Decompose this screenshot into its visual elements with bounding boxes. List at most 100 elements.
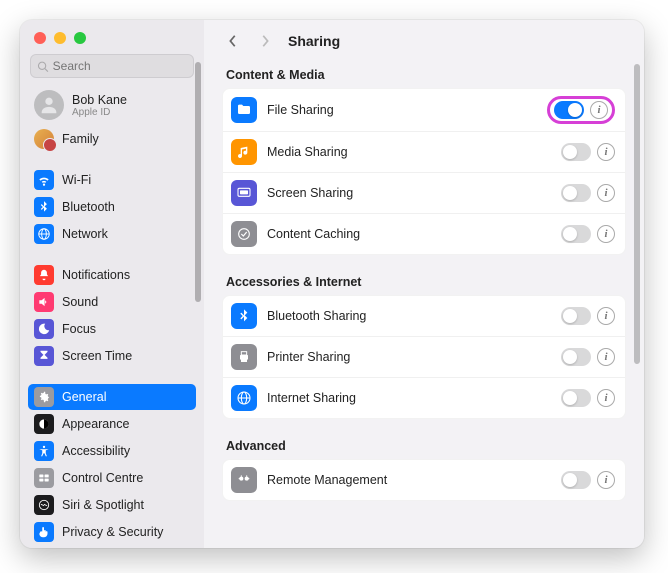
info-button[interactable]: i — [597, 389, 615, 407]
sidebar-item-control-centre[interactable]: Control Centre — [28, 465, 196, 491]
nav-back-button[interactable] — [224, 32, 242, 50]
sidebar-account[interactable]: Bob Kane Apple ID — [28, 86, 196, 124]
sidebar-item-appearance[interactable]: Appearance — [28, 411, 196, 437]
sidebar-item-label: Privacy & Security — [62, 525, 163, 539]
control-icon — [34, 468, 54, 488]
sidebar-item-siri-spotlight[interactable]: Siri & Spotlight — [28, 492, 196, 518]
hand-icon — [34, 522, 54, 542]
sidebar-item-label: Appearance — [62, 417, 129, 431]
info-button[interactable]: i — [597, 348, 615, 366]
account-sub: Apple ID — [72, 107, 127, 118]
main-scrollbar[interactable] — [634, 64, 640, 364]
siri-icon — [34, 495, 54, 515]
sidebar-item-accessibility[interactable]: Accessibility — [28, 438, 196, 464]
sidebar-item-screen-time[interactable]: Screen Time — [28, 343, 196, 369]
section-title: Accessories & Internet — [222, 269, 626, 295]
settings-panel: Remote Managementi — [222, 459, 626, 501]
info-button[interactable]: i — [597, 471, 615, 489]
hourglass-icon — [34, 346, 54, 366]
toggle-screen-sharing[interactable] — [561, 184, 591, 202]
globe-icon — [231, 385, 257, 411]
sidebar-item-label: Network — [62, 227, 108, 241]
setting-label: Media Sharing — [267, 145, 551, 159]
appearance-icon — [34, 414, 54, 434]
wifi-icon — [34, 170, 54, 190]
sidebar: Bob Kane Apple ID Family Wi-Fi Bluetooth N… — [20, 20, 204, 548]
sidebar-item-sound[interactable]: Sound — [28, 289, 196, 315]
sidebar-item-focus[interactable]: Focus — [28, 316, 196, 342]
music-icon — [231, 139, 257, 165]
info-button[interactable]: i — [597, 307, 615, 325]
nav-forward-button[interactable] — [256, 32, 274, 50]
info-button[interactable]: i — [597, 184, 615, 202]
sidebar-item-label: Accessibility — [62, 444, 130, 458]
printer-icon — [231, 344, 257, 370]
settings-window: Bob Kane Apple ID Family Wi-Fi Bluetooth N… — [20, 20, 644, 548]
toggle-printer-sharing[interactable] — [561, 348, 591, 366]
setting-row-file-sharing: File Sharing i — [223, 89, 625, 132]
setting-row-bluetooth-sharing: Bluetooth Sharing i — [223, 296, 625, 337]
sidebar-item-label: Siri & Spotlight — [62, 498, 144, 512]
setting-row-screen-sharing: Screen Sharing i — [223, 173, 625, 214]
info-button[interactable]: i — [597, 143, 615, 161]
search-icon — [37, 60, 49, 73]
sidebar-scroll: Bob Kane Apple ID Family Wi-Fi Bluetooth N… — [20, 86, 204, 548]
bluetooth-icon — [34, 197, 54, 217]
sidebar-item-privacy-security[interactable]: Privacy & Security — [28, 519, 196, 545]
setting-label: File Sharing — [267, 103, 537, 117]
avatar-icon — [34, 90, 64, 120]
toggle-bluetooth-sharing[interactable] — [561, 307, 591, 325]
section-title: Content & Media — [222, 62, 626, 88]
sidebar-item-label: Wi-Fi — [62, 173, 91, 187]
sidebar-item-bluetooth[interactable]: Bluetooth — [28, 194, 196, 220]
main-pane: Sharing Content & MediaFile SharingiMedi… — [204, 20, 644, 548]
minimize-window-button[interactable] — [54, 32, 66, 44]
sidebar-item-wi-fi[interactable]: Wi-Fi — [28, 167, 196, 193]
search-field[interactable] — [30, 54, 194, 78]
highlight-ring: i — [547, 96, 615, 124]
search-input[interactable] — [53, 59, 187, 73]
setting-row-printer-sharing: Printer Sharingi — [223, 337, 625, 378]
setting-label: Bluetooth Sharing — [267, 309, 551, 323]
remote-icon — [231, 467, 257, 493]
fullscreen-window-button[interactable] — [74, 32, 86, 44]
toggle-internet-sharing[interactable] — [561, 389, 591, 407]
folder-icon — [231, 97, 257, 123]
setting-label: Content Caching — [267, 227, 551, 241]
setting-row-media-sharing: Media Sharing i — [223, 132, 625, 173]
account-name: Bob Kane — [72, 93, 127, 107]
globe-icon — [34, 224, 54, 244]
header: Sharing — [204, 20, 644, 58]
sidebar-item-network[interactable]: Network — [28, 221, 196, 247]
sidebar-item-label: Control Centre — [62, 471, 143, 485]
close-window-button[interactable] — [34, 32, 46, 44]
sound-icon — [34, 292, 54, 312]
sidebar-item-label: Sound — [62, 295, 98, 309]
sidebar-item-notifications[interactable]: Notifications — [28, 262, 196, 288]
moon-icon — [34, 319, 54, 339]
toggle-media-sharing[interactable] — [561, 143, 591, 161]
info-button[interactable]: i — [590, 101, 608, 119]
access-icon — [34, 441, 54, 461]
sidebar-item-label: Notifications — [62, 268, 130, 282]
bluetooth-icon — [231, 303, 257, 329]
window-controls — [20, 20, 204, 54]
setting-row-remote-management: Remote Managementi — [223, 460, 625, 500]
setting-label: Screen Sharing — [267, 186, 551, 200]
family-icon — [34, 129, 54, 149]
bell-icon — [34, 265, 54, 285]
toggle-file-sharing[interactable] — [554, 101, 584, 119]
sidebar-item-label: Screen Time — [62, 349, 132, 363]
toggle-remote-management[interactable] — [561, 471, 591, 489]
setting-row-internet-sharing: Internet Sharingi — [223, 378, 625, 418]
sidebar-item-label: Family — [62, 132, 99, 146]
settings-panel: Bluetooth SharingiPrinter SharingiIntern… — [222, 295, 626, 419]
sidebar-scrollbar[interactable] — [195, 62, 201, 302]
sidebar-item-label: Focus — [62, 322, 96, 336]
sidebar-item-general[interactable]: General — [28, 384, 196, 410]
info-button[interactable]: i — [597, 225, 615, 243]
toggle-content-caching[interactable] — [561, 225, 591, 243]
sidebar-item-family[interactable]: Family — [28, 126, 196, 152]
sidebar-item-label: Bluetooth — [62, 200, 115, 214]
cache-icon — [231, 221, 257, 247]
